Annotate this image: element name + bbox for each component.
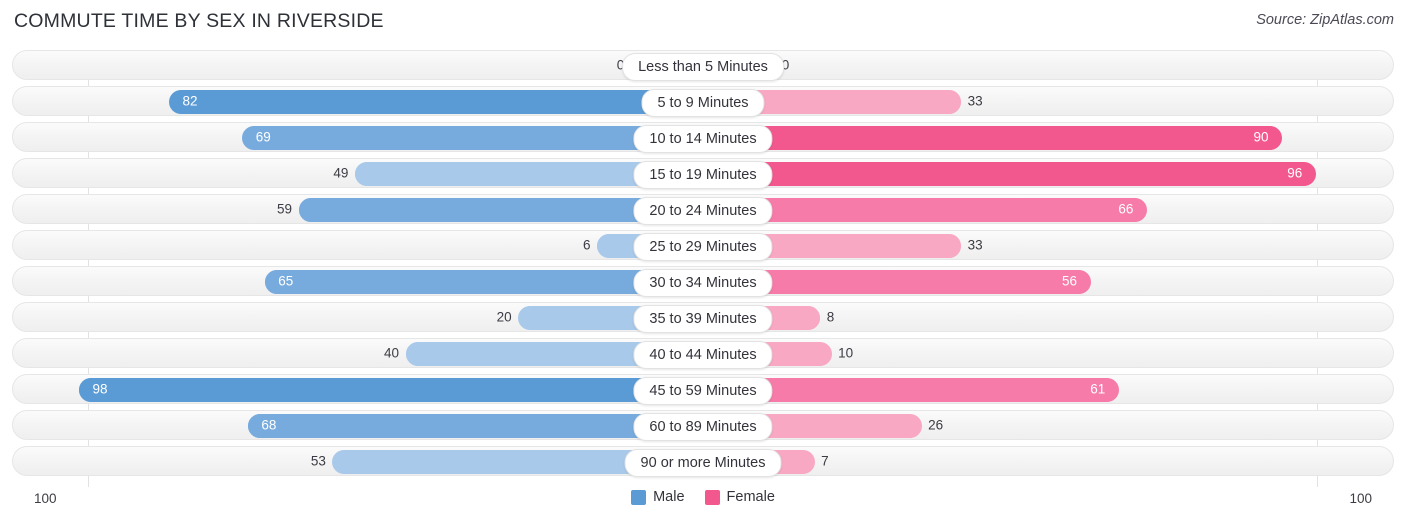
category-label: 10 to 14 Minutes [633,125,773,153]
female-value-label: 7 [821,453,829,469]
table-row: 69 90 10 to 14 Minutes [12,122,1394,153]
commute-time-by-sex-chart: COMMUTE TIME BY SEX IN RIVERSIDE Source:… [0,0,1406,523]
male-bar-cap [596,234,621,258]
male-value-label: 98 [92,381,108,397]
female-value-label: 66 [1118,201,1134,217]
female-value-label: 90 [1253,129,1269,145]
table-row: 68 26 60 to 89 Minutes [12,410,1394,441]
row-inner: 6 33 25 to 29 Minutes [13,231,1393,261]
female-bar[interactable] [703,126,1282,150]
category-label: 25 to 29 Minutes [633,233,773,261]
male-bar-cap [298,198,323,222]
male-value-label: 68 [261,417,277,433]
female-bar-cap [796,306,821,330]
row-inner: 0 0 Less than 5 Minutes [13,51,1393,81]
male-value-label: 6 [582,237,591,253]
female-bar-cap [937,234,962,258]
chart-legend: Male Female [12,489,1394,505]
male-bar-cap [354,162,379,186]
row-inner: 49 96 15 to 19 Minutes [13,159,1393,189]
female-bar-cap [897,414,922,438]
legend-swatch-male [631,489,647,505]
table-row: 53 7 90 or more Minutes [12,446,1394,477]
category-label: Less than 5 Minutes [622,53,784,81]
row-inner: 53 7 90 or more Minutes [13,447,1393,477]
row-inner: 68 26 60 to 89 Minutes [13,411,1393,441]
male-value-label: 82 [182,93,198,109]
female-value-label: 33 [967,93,983,109]
table-row: 0 0 Less than 5 Minutes [12,50,1394,81]
female-value-label: 61 [1090,381,1106,397]
bar-rows: 0 0 Less than 5 Minutes 82 33 5 to 9 Minutes 6… [12,50,1394,482]
female-value-label: 26 [928,417,944,433]
category-label: 90 or more Minutes [624,449,782,477]
table-row: 65 56 30 to 34 Minutes [12,266,1394,297]
female-value-label: 33 [967,237,983,253]
table-row: 98 61 45 to 59 Minutes [12,374,1394,405]
category-label: 45 to 59 Minutes [633,377,773,405]
table-row: 59 66 20 to 24 Minutes [12,194,1394,225]
table-row: 49 96 15 to 19 Minutes [12,158,1394,189]
male-value-label: 40 [384,345,400,361]
row-inner: 20 8 35 to 39 Minutes [13,303,1393,333]
female-value-label: 96 [1287,165,1303,181]
female-value-label: 56 [1062,273,1078,289]
legend-item-female[interactable]: Female [704,489,775,505]
chart-footer: 100 100 Male Female [12,483,1394,523]
table-row: 20 8 35 to 39 Minutes [12,302,1394,333]
male-bar-cap [332,450,357,474]
source-attribution: Source: ZipAtlas.com [1256,12,1394,28]
chart-header: COMMUTE TIME BY SEX IN RIVERSIDE Source:… [0,0,1406,44]
category-label: 40 to 44 Minutes [633,341,773,369]
table-row: 82 33 5 to 9 Minutes [12,86,1394,117]
legend-item-male[interactable]: Male [631,489,685,505]
legend-swatch-female [704,489,720,505]
table-row: 6 33 25 to 29 Minutes [12,230,1394,261]
female-value-label: 8 [826,309,835,325]
legend-label-female: Female [726,489,775,505]
legend-label-male: Male [653,489,685,505]
row-inner: 82 33 5 to 9 Minutes [13,87,1393,117]
category-label: 35 to 39 Minutes [633,305,773,333]
female-bar-cap [807,342,832,366]
category-label: 30 to 34 Minutes [633,269,773,297]
male-bar-cap [518,306,543,330]
category-label: 20 to 24 Minutes [633,197,773,225]
male-value-label: 49 [333,165,349,181]
female-bar-cap [790,450,815,474]
category-label: 15 to 19 Minutes [633,161,773,189]
table-row: 40 10 40 to 44 Minutes [12,338,1394,369]
female-value-label: 10 [838,345,854,361]
male-bar[interactable] [169,90,703,114]
row-inner: 69 90 10 to 14 Minutes [13,123,1393,153]
row-inner: 98 61 45 to 59 Minutes [13,375,1393,405]
male-bar-cap [405,342,430,366]
male-value-label: 69 [255,129,271,145]
category-label: 60 to 89 Minutes [633,413,773,441]
female-bar[interactable] [703,162,1316,186]
page-title: COMMUTE TIME BY SEX IN RIVERSIDE [14,10,384,32]
female-bar-cap [937,90,962,114]
row-inner: 59 66 20 to 24 Minutes [13,195,1393,225]
plot-area: 0 0 Less than 5 Minutes 82 33 5 to 9 Minutes 6… [12,50,1394,487]
category-label: 5 to 9 Minutes [641,89,765,117]
male-value-label: 53 [310,453,326,469]
row-inner: 40 10 40 to 44 Minutes [13,339,1393,369]
male-bar[interactable] [78,378,703,402]
row-inner: 65 56 30 to 34 Minutes [13,267,1393,297]
male-value-label: 59 [277,201,293,217]
male-value-label: 65 [278,273,294,289]
male-value-label: 20 [496,309,512,325]
